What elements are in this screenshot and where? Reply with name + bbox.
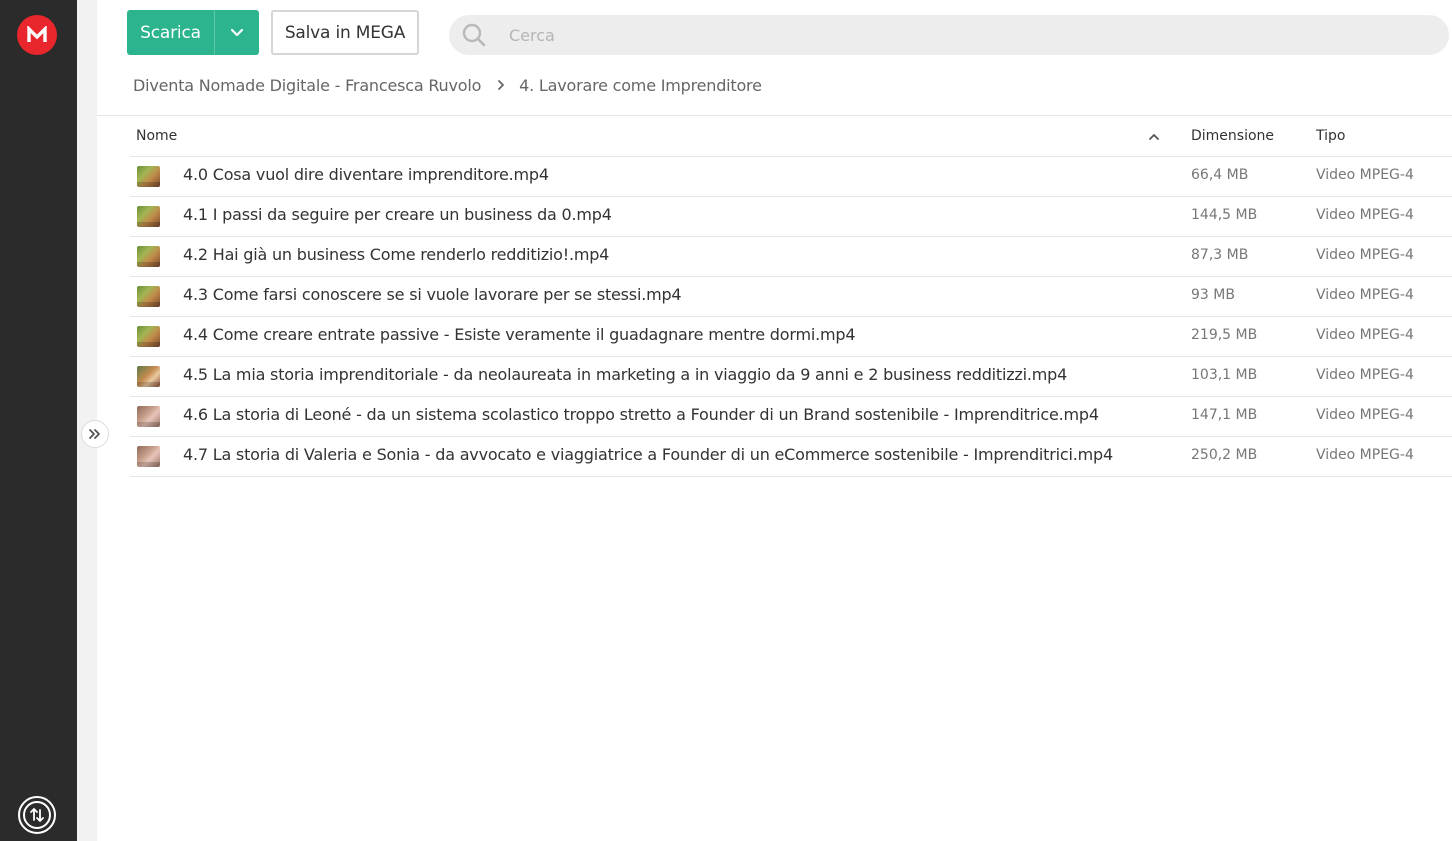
transfer-icon <box>18 796 56 834</box>
column-header-type[interactable]: Tipo <box>1316 128 1345 144</box>
file-row[interactable]: 4.2 Hai già un business Come renderlo re… <box>130 237 1452 277</box>
transfers-button[interactable] <box>17 795 57 835</box>
expand-sidebar-button[interactable] <box>81 420 109 448</box>
file-size: 144,5 MB <box>1191 207 1258 223</box>
video-thumbnail-icon <box>137 206 160 227</box>
file-name: 4.6 La storia di Leoné - da un sistema s… <box>183 405 1099 424</box>
save-to-mega-button[interactable]: Salva in MEGA <box>271 10 419 55</box>
chevron-down-icon <box>230 28 244 36</box>
file-row[interactable]: 4.5 La mia storia imprenditoriale - da n… <box>130 357 1452 397</box>
search-input[interactable] <box>507 24 1411 46</box>
file-type: Video MPEG-4 <box>1316 327 1414 343</box>
file-name: 4.1 I passi da seguire per creare un bus… <box>183 205 612 224</box>
chevron-right-icon <box>497 79 505 91</box>
video-thumbnail-icon <box>137 166 160 187</box>
file-row[interactable]: 4.4 Come creare entrate passive - Esiste… <box>130 317 1452 357</box>
file-row[interactable]: 4.0 Cosa vuol dire diventare imprenditor… <box>130 157 1452 197</box>
search-bar[interactable] <box>449 15 1449 55</box>
file-type: Video MPEG-4 <box>1316 207 1414 223</box>
file-row[interactable]: 4.1 I passi da seguire per creare un bus… <box>130 197 1452 237</box>
double-chevron-right-icon <box>89 429 100 439</box>
download-options-button[interactable] <box>214 10 259 55</box>
file-name: 4.3 Come farsi conoscere se si vuole lav… <box>183 285 682 304</box>
file-size: 147,1 MB <box>1191 407 1258 423</box>
file-list: 4.0 Cosa vuol dire diventare imprenditor… <box>130 157 1452 477</box>
video-thumbnail-icon <box>137 366 160 387</box>
video-thumbnail-icon <box>137 326 160 347</box>
file-table-header: Nome Dimensione Tipo <box>130 116 1452 157</box>
search-icon <box>462 23 486 47</box>
breadcrumb: Diventa Nomade Digitale - Francesca Ruvo… <box>133 73 762 97</box>
mega-logo-icon[interactable] <box>17 15 57 55</box>
file-type: Video MPEG-4 <box>1316 287 1414 303</box>
file-size: 219,5 MB <box>1191 327 1258 343</box>
file-name: 4.7 La storia di Valeria e Sonia - da av… <box>183 445 1113 464</box>
file-name: 4.4 Come creare entrate passive - Esiste… <box>183 325 856 344</box>
video-thumbnail-icon <box>137 246 160 267</box>
breadcrumb-parent[interactable]: Diventa Nomade Digitale - Francesca Ruvo… <box>133 76 481 95</box>
file-type: Video MPEG-4 <box>1316 407 1414 423</box>
file-size: 66,4 MB <box>1191 167 1249 183</box>
file-type: Video MPEG-4 <box>1316 247 1414 263</box>
breadcrumb-current[interactable]: 4. Lavorare come Imprenditore <box>519 76 762 95</box>
file-type: Video MPEG-4 <box>1316 447 1414 463</box>
column-header-name[interactable]: Nome <box>136 128 177 144</box>
video-thumbnail-icon <box>137 406 160 427</box>
file-name: 4.2 Hai già un business Come renderlo re… <box>183 245 610 264</box>
column-header-size[interactable]: Dimensione <box>1191 128 1274 144</box>
file-name: 4.5 La mia storia imprenditoriale - da n… <box>183 365 1068 384</box>
file-row[interactable]: 4.7 La storia di Valeria e Sonia - da av… <box>130 437 1452 477</box>
video-thumbnail-icon <box>137 286 160 307</box>
file-size: 103,1 MB <box>1191 367 1258 383</box>
file-type: Video MPEG-4 <box>1316 167 1414 183</box>
file-size: 87,3 MB <box>1191 247 1249 263</box>
file-row[interactable]: 4.6 La storia di Leoné - da un sistema s… <box>130 397 1452 437</box>
download-label: Scarica <box>140 22 201 43</box>
left-sidebar <box>0 0 77 841</box>
file-name: 4.0 Cosa vuol dire diventare imprenditor… <box>183 165 549 184</box>
file-row[interactable]: 4.3 Come farsi conoscere se si vuole lav… <box>130 277 1452 317</box>
file-size: 250,2 MB <box>1191 447 1258 463</box>
file-size: 93 MB <box>1191 287 1235 303</box>
file-type: Video MPEG-4 <box>1316 367 1414 383</box>
download-button[interactable]: Scarica <box>127 10 259 55</box>
video-thumbnail-icon <box>137 446 160 467</box>
sort-ascending-icon[interactable] <box>1148 130 1160 146</box>
